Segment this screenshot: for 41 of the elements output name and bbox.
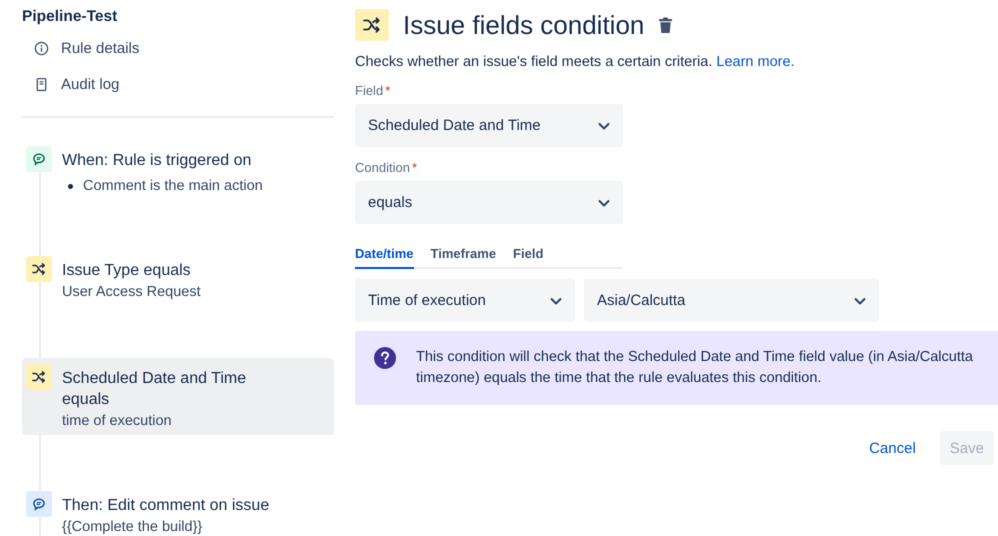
step-detail: time of execution bbox=[62, 413, 173, 429]
comment-icon bbox=[26, 146, 52, 172]
rule-step[interactable]: Issue Type equals User Access Request bbox=[22, 250, 334, 306]
shuffle-icon bbox=[26, 364, 52, 390]
cancel-button[interactable]: Cancel bbox=[859, 431, 926, 465]
shuffle-icon bbox=[26, 256, 52, 282]
rule-step[interactable]: Then: Edit comment on issue {{Complete the build}} bbox=[22, 485, 334, 536]
step-title: Then: Edit comment on issue bbox=[62, 496, 270, 516]
required-mark: * bbox=[412, 160, 417, 175]
document-icon bbox=[34, 76, 49, 92]
select-field[interactable]: equals bbox=[355, 181, 623, 224]
select-field[interactable]: Time of execution bbox=[355, 279, 575, 322]
step-detail: Comment is the main action bbox=[83, 178, 263, 194]
shuffle-icon bbox=[355, 9, 389, 41]
step-title: When: Rule is triggered on bbox=[62, 151, 252, 171]
tab[interactable]: Timeframe bbox=[430, 246, 496, 269]
panel-title: Issue fields condition bbox=[403, 10, 644, 40]
step-detail: User Access Request bbox=[62, 284, 201, 300]
help-icon bbox=[374, 347, 396, 369]
step-title: Scheduled Date and Time equals bbox=[62, 369, 248, 410]
field-label: Condition bbox=[355, 160, 410, 175]
sidebar-link[interactable]: Audit log bbox=[22, 66, 334, 102]
info-text: This condition will check that the Scheduled Date and Time field value (in Asia/Calcutta timezone) equals the time that the rule evaluates this condition. bbox=[416, 348, 974, 388]
rule-title: Pipeline-Test bbox=[22, 8, 118, 27]
tab[interactable]: Date/time bbox=[355, 246, 414, 269]
sidebar-link[interactable]: Rule details bbox=[22, 30, 334, 66]
step-title: Issue Type equals bbox=[62, 261, 192, 281]
info-icon bbox=[34, 40, 49, 56]
select-field[interactable]: Asia/Calcutta bbox=[584, 279, 879, 322]
trash-icon[interactable] bbox=[658, 16, 674, 34]
field-label: Field bbox=[355, 83, 384, 98]
select-field[interactable]: Scheduled Date and Time bbox=[355, 104, 623, 147]
learn-more-link[interactable]: Learn more. bbox=[716, 54, 795, 70]
comment-icon bbox=[26, 491, 52, 517]
rule-step[interactable]: Scheduled Date and Time equals time of execution bbox=[22, 358, 334, 435]
required-mark: * bbox=[385, 83, 390, 98]
step-detail: {{Complete the build}} bbox=[62, 519, 204, 535]
rule-step[interactable]: When: Rule is triggered on Comment is the main action bbox=[22, 140, 334, 200]
tab[interactable]: Field bbox=[513, 246, 544, 269]
description-text: Checks whether an issue's field meets a certain criteria. Learn more. bbox=[355, 54, 796, 70]
bullet-icon bbox=[68, 184, 73, 188]
